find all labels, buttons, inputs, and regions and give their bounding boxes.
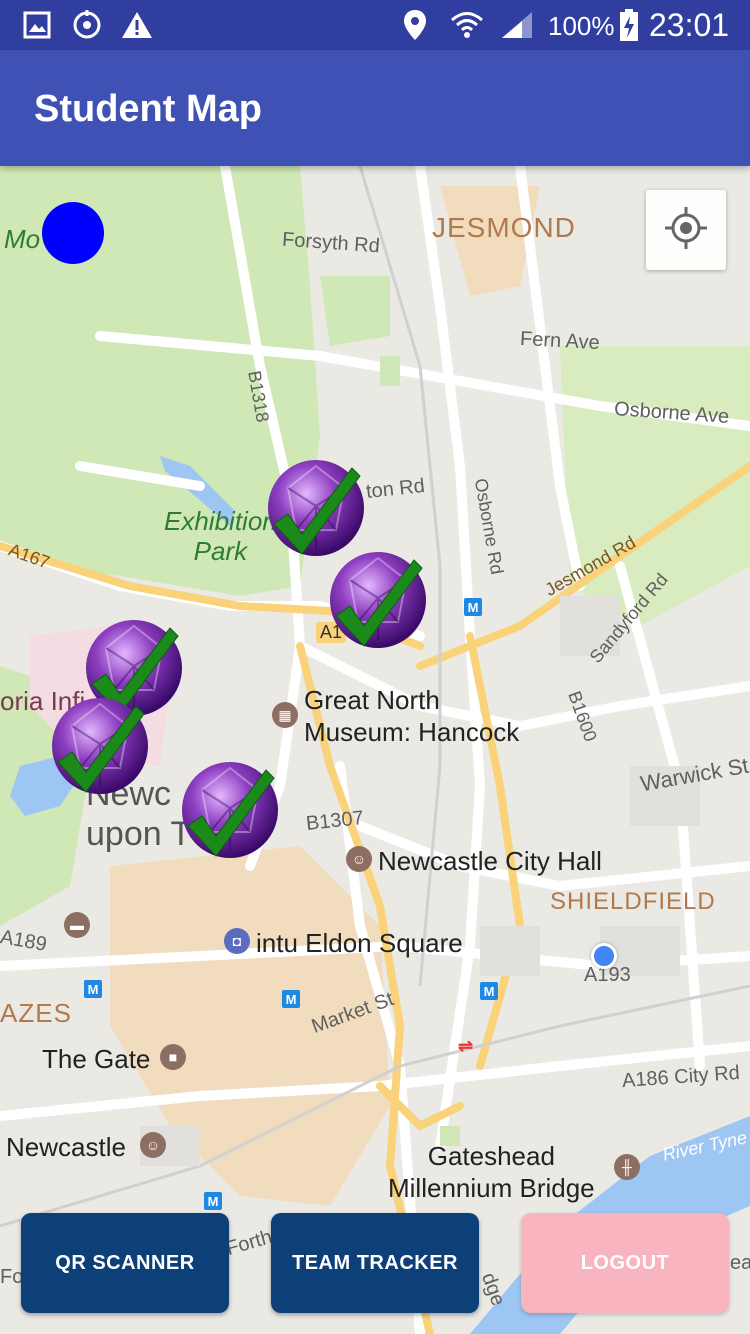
lodging-icon[interactable]: ▬ (64, 912, 90, 938)
map-label-azes: AZES (0, 998, 72, 1028)
my-location-dot (591, 943, 617, 969)
app-bar: Student Map (0, 50, 750, 166)
crosshair-icon (663, 205, 709, 256)
checkmark-gem-icon (268, 460, 364, 556)
map-label-shieldfield: SHIELDFIELD (550, 888, 716, 915)
status-bar: 100% 23:01 (0, 0, 750, 50)
metro-icon: M (282, 990, 300, 1008)
logout-button[interactable]: LOGOUT (521, 1213, 729, 1313)
metro-icon: M (480, 982, 498, 1000)
map-label-mo: Mo (4, 224, 41, 254)
theatre-icon[interactable]: ☺ (346, 846, 372, 872)
map-view[interactable]: Mo JESMOND Forsyth Rd Fern Ave Osborne A… (0, 166, 750, 1334)
battery-percent: 100% (548, 11, 615, 41)
map-label-exhibition-park: Exhibition Park (164, 506, 277, 566)
wifi-icon (450, 8, 484, 42)
venue-icon[interactable]: ■ (160, 1044, 186, 1070)
team-tracker-button[interactable]: TEAM TRACKER (271, 1213, 479, 1313)
battery-charging-icon (612, 8, 646, 42)
image-icon (20, 8, 54, 42)
map-label-intu-eldon-square: intu Eldon Square (256, 928, 463, 958)
shopping-icon[interactable]: ◘ (224, 928, 250, 954)
completed-location-marker[interactable] (266, 458, 366, 558)
map-label-the-gate: The Gate (42, 1044, 151, 1074)
completed-location-marker[interactable] (50, 696, 150, 796)
warning-icon (120, 8, 154, 42)
clock: 23:01 (649, 7, 730, 43)
checkmark-gem-icon (182, 762, 278, 858)
map-label-ea: ea (730, 1252, 750, 1274)
metro-icon: M (204, 1192, 222, 1210)
checkmark-gem-icon (330, 552, 426, 648)
team-location-dot[interactable] (42, 202, 104, 264)
map-label-fern-ave: Fern Ave (519, 327, 601, 355)
signal-icon (500, 8, 534, 42)
railway-icon: ⇌ (458, 1036, 474, 1056)
bridge-icon[interactable]: ╫ (614, 1154, 640, 1180)
map-label-jesmond: JESMOND (432, 212, 576, 243)
metro-icon: M (84, 980, 102, 998)
completed-location-marker[interactable] (180, 760, 280, 860)
completed-location-marker[interactable] (328, 550, 428, 650)
metro-icon: M (464, 598, 482, 616)
map-label-newcastle: Newcastle (6, 1132, 126, 1162)
map-label-newcastle-city-hall: Newcastle City Hall (378, 846, 602, 876)
location-pin-icon (398, 8, 432, 42)
map-label-great-north-museum: Great North Museum: Hancock (304, 685, 520, 747)
checkmark-gem-icon (52, 698, 148, 794)
theatre-icon[interactable]: ☺ (140, 1132, 166, 1158)
map-label-gateshead-millennium-bridge: Gateshead Millennium Bridge (388, 1141, 595, 1203)
my-location-button[interactable] (646, 190, 726, 270)
page-title: Student Map (34, 88, 262, 130)
museum-icon[interactable]: ▦ (272, 702, 298, 728)
qr-scanner-button[interactable]: QR SCANNER (21, 1213, 229, 1313)
sync-icon (70, 8, 104, 42)
